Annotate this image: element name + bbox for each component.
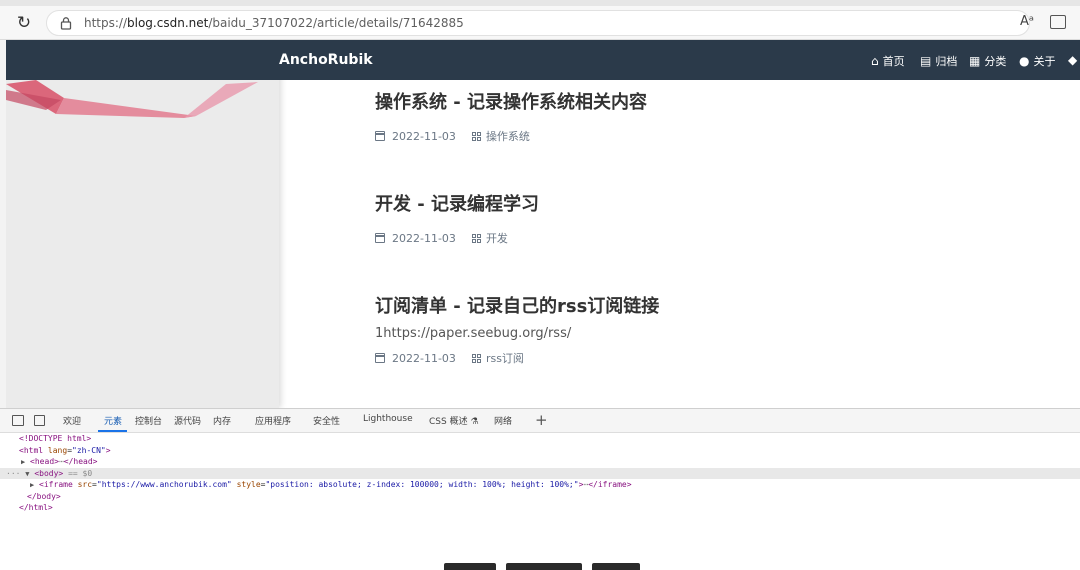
devtools-tab-bar: 欢迎 元素 控制台 源代码 内存 应用程序 安全性 Lighthouse CSS… <box>0 409 1080 433</box>
tab-welcome[interactable]: 欢迎 <box>63 414 81 427</box>
add-tab-icon[interactable]: + <box>535 411 548 429</box>
sidebar-background <box>6 40 279 408</box>
dom-line-html[interactable]: <html lang="zh-CN"> <box>0 445 1080 457</box>
tab-memory[interactable]: 内存 <box>213 414 231 427</box>
post-item: 操作系统 - 记录操作系统相关内容 <box>375 88 647 114</box>
url-path: /baidu_37107022/article/details/71642885 <box>208 16 464 30</box>
expand-triangle-icon[interactable]: ▶ <box>30 481 34 489</box>
post-date: 2022-11-03 <box>392 231 456 245</box>
tab-css-overview[interactable]: CSS 概述 ⚗ <box>429 414 479 427</box>
style-attr: style <box>236 480 261 489</box>
site-title[interactable]: AnchoRubik <box>279 52 373 68</box>
archive-icon: ▤ <box>920 54 932 68</box>
nav-home[interactable]: ⌂ 首页 <box>871 53 905 69</box>
tab-elements[interactable]: 元素 <box>104 414 122 427</box>
calendar-icon <box>375 353 385 363</box>
reload-icon[interactable]: ↻ <box>14 13 34 33</box>
page-viewport: AnchoRubik ⌂ 首页 ▤ 归档 ▦ 分类 ● 关于 ◆ 操作系统 - … <box>6 40 1080 408</box>
inspect-element-icon[interactable] <box>12 415 24 426</box>
head-tag: <head> <box>30 457 59 466</box>
selected-marker: == $0 <box>68 468 93 478</box>
post-category[interactable]: 操作系统 <box>486 128 530 144</box>
category-icon <box>471 353 481 363</box>
doctype-text: <!DOCTYPE html> <box>19 434 92 443</box>
category-icon: ▦ <box>969 54 981 68</box>
dom-line-body-close[interactable]: </body> <box>0 491 1080 503</box>
dom-line-body[interactable]: ··· ▼ <body> == $0 <box>0 467 1080 479</box>
lang-attr: lang <box>47 445 68 455</box>
post-item: 开发 - 记录编程学习 <box>375 190 539 216</box>
dom-line-head[interactable]: ▶ <head>⋯</head> <box>0 456 1080 468</box>
calendar-icon <box>375 233 385 243</box>
post-excerpt-row: 1https://paper.seebug.org/rss/ <box>375 326 571 341</box>
src-value[interactable]: "https://www.anchorubik.com" <box>97 480 232 489</box>
html-tag: <html <box>19 445 44 455</box>
iframe-close-tag: </iframe> <box>588 480 632 489</box>
dom-line-iframe[interactable]: ▶ <iframe src="https://www.anchorubik.co… <box>0 479 1080 491</box>
dom-line-html-close[interactable]: </html> <box>0 502 1080 514</box>
tab-network[interactable]: 网络 <box>494 414 512 427</box>
flask-icon: ⚗ <box>470 417 479 427</box>
home-icon: ⌂ <box>871 54 879 68</box>
tab-lighthouse[interactable]: Lighthouse <box>363 414 413 424</box>
device-emulation-icon[interactable] <box>34 415 45 426</box>
head-close-tag: </head> <box>63 457 98 466</box>
tab-security[interactable]: 安全性 <box>313 414 340 427</box>
user-icon: ● <box>1019 54 1030 68</box>
style-value: "position: absolute; z-index: 100000; wi… <box>265 480 579 489</box>
taskbar-hint <box>444 563 640 570</box>
post-title[interactable]: 开发 - 记录编程学习 <box>375 190 539 216</box>
dom-line-doctype[interactable]: <!DOCTYPE html> <box>0 433 1080 445</box>
tag-icon: ◆ <box>1068 53 1078 67</box>
html-close-tag: </html> <box>19 503 53 512</box>
calendar-icon <box>375 131 385 141</box>
post-title[interactable]: 订阅清单 - 记录自己的rss订阅链接 <box>375 292 659 318</box>
nav-home-label: 首页 <box>882 55 905 68</box>
nav-archive[interactable]: ▤ 归档 <box>920 53 957 69</box>
nav-about[interactable]: ● 关于 <box>1019 53 1055 69</box>
lang-value: "zh-CN" <box>72 445 106 455</box>
post-category[interactable]: rss订阅 <box>486 350 524 366</box>
read-aloud-icon[interactable]: Aᵃ <box>1020 14 1034 29</box>
dom-tree: <!DOCTYPE html> <html lang="zh-CN"> ▶ <h… <box>0 433 1080 514</box>
active-tab-indicator <box>98 430 127 432</box>
post-item: 订阅清单 - 记录自己的rss订阅链接 <box>375 292 659 318</box>
tab-application[interactable]: 应用程序 <box>255 414 291 427</box>
url-prefix: https:// <box>84 16 128 30</box>
category-icon <box>471 131 481 141</box>
url-host: blog.csdn.net <box>127 16 209 30</box>
expand-triangle-icon[interactable]: ▶ <box>21 458 25 466</box>
site-header <box>6 40 1080 80</box>
split-screen-icon[interactable] <box>1050 15 1066 29</box>
post-date: 2022-11-03 <box>392 351 456 365</box>
nav-archive-label: 归档 <box>935 55 958 68</box>
tab-css-overview-label: CSS 概述 <box>429 417 468 427</box>
body-close-tag: </body> <box>27 491 61 501</box>
url-text[interactable]: https://blog.csdn.net/baidu_37107022/art… <box>84 16 464 30</box>
tab-sources[interactable]: 源代码 <box>174 414 201 427</box>
post-category[interactable]: 开发 <box>486 230 508 246</box>
nav-category[interactable]: ▦ 分类 <box>969 53 1006 69</box>
post-title[interactable]: 操作系统 - 记录操作系统相关内容 <box>375 88 647 114</box>
address-bar[interactable]: https://blog.csdn.net/baidu_37107022/art… <box>46 10 1030 36</box>
post-excerpt: 1https://paper.seebug.org/rss/ <box>375 326 572 341</box>
post-meta: 2022-11-03 开发 <box>375 230 508 246</box>
category-icon <box>471 233 481 243</box>
devtools-panel: 欢迎 元素 控制台 源代码 内存 应用程序 安全性 Lighthouse CSS… <box>0 408 1080 570</box>
body-tag: <body> <box>34 468 64 478</box>
nav-about-label: 关于 <box>1033 55 1056 68</box>
post-meta: 2022-11-03 操作系统 <box>375 128 530 144</box>
lock-icon[interactable] <box>59 16 73 30</box>
post-meta: 2022-11-03 rss订阅 <box>375 350 524 366</box>
tab-console[interactable]: 控制台 <box>135 414 162 427</box>
post-date: 2022-11-03 <box>392 129 456 143</box>
nav-tags[interactable]: ◆ <box>1068 53 1077 67</box>
browser-toolbar: ↻ https://blog.csdn.net/baidu_37107022/a… <box>0 6 1080 40</box>
decorative-ribbon-image <box>6 80 258 118</box>
nav-category-label: 分类 <box>984 55 1007 68</box>
src-attr: src <box>77 480 93 489</box>
collapse-triangle-icon[interactable]: ▼ <box>25 470 29 478</box>
iframe-tag: <iframe <box>39 480 73 489</box>
